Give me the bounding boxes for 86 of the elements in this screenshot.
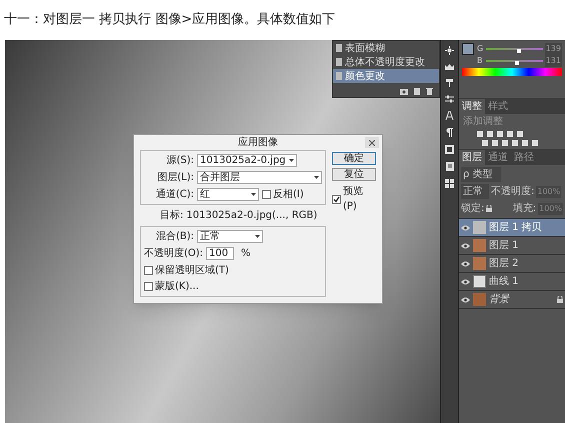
mask-thumbnail [473,275,486,288]
field-label: 图层(L): [156,171,194,185]
checkbox-label: 反相(I) [273,188,304,202]
eye-icon[interactable] [461,278,470,284]
slider-thumb[interactable] [517,48,522,52]
lock-icon [557,296,563,303]
eye-icon[interactable] [461,296,470,302]
paragraph-icon[interactable] [446,128,453,137]
layer-name: 背景 [489,292,509,307]
close-button[interactable] [365,137,379,148]
dialog-button[interactable]: 复位 [332,168,376,181]
filter-dropdown[interactable]: ρ 类型 [461,167,501,182]
sliders-icon[interactable] [445,95,454,103]
fill-label: 填充: [512,202,536,216]
eye-icon[interactable] [461,260,470,266]
layer-row[interactable]: 图层 2 [459,255,565,273]
layer-thumbnail [473,293,486,306]
document-icon[interactable] [446,162,454,171]
checkbox-label: 蒙版(K)... [155,280,199,294]
color-swatch[interactable] [462,43,474,55]
checkbox[interactable] [262,190,271,199]
checkbox-label: 保留透明区域(T) [155,264,229,278]
panel-hint: 添加调整 [462,114,504,129]
panel-tab[interactable]: 路径 [511,150,537,165]
slider-label: G [477,42,484,54]
blend-dropdown[interactable]: 正常 [197,230,263,243]
dialog-title: 应用图像 [238,136,278,150]
field-label: 通道(C): [154,188,194,202]
grid-icon[interactable] [445,179,454,188]
tutorial-heading: 十一：对图层一 拷贝执行 图像>应用图像。具体数值如下 [3,11,336,29]
checkbox-label: 预览(P) [343,185,364,214]
camera-icon[interactable] [400,88,408,95]
target-value: 1013025a2-0.jpg(..., RGB) [186,209,318,223]
layer-row[interactable]: 背景 [459,291,565,309]
lock-label: 锁定: [461,202,484,216]
checkbox[interactable] [144,266,153,275]
caret-icon [251,193,256,196]
panel-tab[interactable]: 样式 [485,99,511,114]
opacity-label: 不透明度: [491,184,534,199]
field-label: 不透明度(O): [144,246,204,261]
field-label: 混合(B): [154,230,194,244]
checkbox[interactable] [144,282,153,291]
crown-icon[interactable] [445,63,454,70]
trash-icon[interactable] [426,88,433,95]
history-item[interactable]: 总体不透明度更改 [333,55,439,69]
text-icon[interactable] [445,111,454,120]
caret-icon [255,235,260,238]
panel-tab[interactable]: 通道 [485,150,511,165]
field-label: 源(S): [165,154,194,168]
layer-thumbnail [473,257,486,270]
layer-name: 图层 1 拷贝 [489,221,542,235]
swatches-icon[interactable] [445,145,454,154]
panel-tab[interactable]: 图层 [459,150,485,165]
layer-name: 曲线 1 [489,274,519,289]
lock-icon[interactable] [486,205,492,212]
caret-icon [314,176,319,179]
new-document-icon[interactable] [413,88,421,95]
layer-thumbnail [473,221,486,234]
color-spectrum-bar[interactable] [462,68,562,76]
layer-dropdown[interactable]: 合并图层 [197,171,322,184]
layer-row[interactable]: 图层 1 拷贝 [459,219,565,237]
panel-tab[interactable]: 调整 [459,99,485,114]
sun-icon[interactable] [445,46,454,55]
dialog-button[interactable]: 确定 [332,152,376,165]
opacity-field[interactable]: 100 [206,247,234,260]
slider-thumb[interactable] [515,60,520,64]
checkbox[interactable] [332,194,341,204]
channel-dropdown[interactable]: 红 [197,188,259,201]
unit-label: % [241,247,251,261]
value-field[interactable]: 139 [544,42,562,54]
slider-label: B [477,54,484,66]
layer-name: 图层 2 [489,257,519,271]
field-label: 目标: [160,208,184,223]
layer-name: 图层 1 [489,239,519,253]
caret-icon [289,159,294,162]
value-field[interactable]: 131 [544,54,562,66]
eye-icon[interactable] [461,242,470,248]
close-icon [369,140,375,146]
layer-thumbnail [473,239,486,252]
history-item[interactable]: 颜色更改 [333,69,439,83]
eye-icon[interactable] [461,224,470,230]
layer-row[interactable]: 曲线 1 [459,273,565,291]
layer-row[interactable]: 图层 1 [459,237,565,255]
history-item[interactable]: 表面模糊 [333,41,439,55]
source-dropdown[interactable]: 1013025a2-0.jpg [197,154,297,167]
blend-mode-dropdown[interactable]: 正常 [461,184,489,199]
